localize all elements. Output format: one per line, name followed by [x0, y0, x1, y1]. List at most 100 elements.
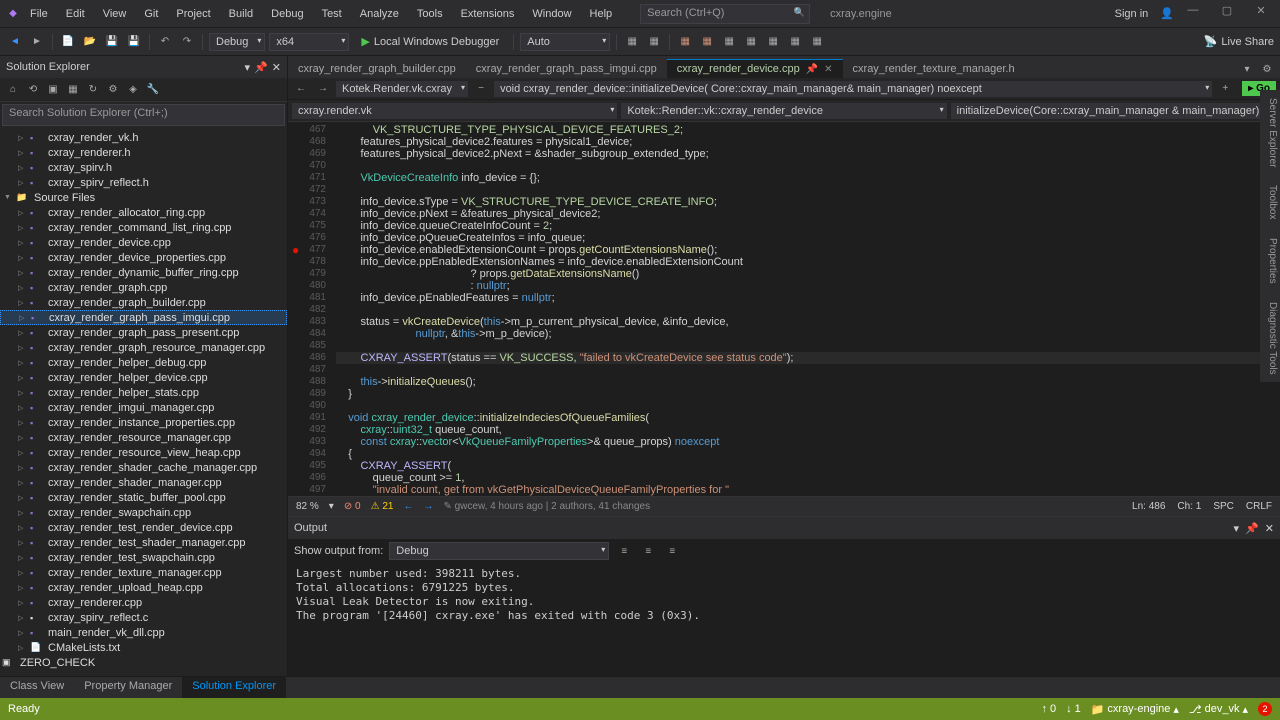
bottom-tab[interactable]: Property Manager [74, 677, 182, 698]
solution-search-input[interactable]: Search Solution Explorer (Ctrl+;) [2, 104, 285, 126]
config-dropdown[interactable]: Debug [209, 33, 265, 51]
menu-project[interactable]: Project [168, 4, 218, 24]
output-from-dropdown[interactable]: Debug [389, 542, 609, 560]
tree-item[interactable]: ▷▪cxray_render_dynamic_buffer_ring.cpp [0, 265, 287, 280]
rail-tab[interactable]: Server Explorer [1260, 90, 1280, 175]
panel-dropdown-icon[interactable]: ▾ [245, 61, 251, 74]
tree-item[interactable]: ▷▪cxray_render_graph_resource_manager.cp… [0, 340, 287, 355]
tb-icon-1[interactable]: ▦ [623, 33, 641, 51]
panel-pin-icon[interactable]: 📌 [254, 61, 268, 74]
prev-issue-icon[interactable]: ← [403, 501, 413, 512]
nav-plus-icon[interactable]: + [1216, 80, 1234, 98]
tb-icon-4[interactable]: ▦ [698, 33, 716, 51]
tree-item[interactable]: ▷▪cxray_render_texture_manager.cpp [0, 565, 287, 580]
output-clear-icon[interactable]: ≡ [615, 542, 633, 560]
menu-extensions[interactable]: Extensions [453, 4, 523, 24]
menu-edit[interactable]: Edit [58, 4, 93, 24]
tree-item[interactable]: ▷▪cxray_render_imgui_manager.cpp [0, 400, 287, 415]
line-gutter[interactable]: 4674684694704714724734744754764774784794… [288, 122, 336, 496]
error-count-icon[interactable]: ⊘ 0 [344, 501, 361, 512]
tree-item[interactable]: ▷▪cxray_spirv_reflect.h [0, 175, 287, 190]
output-dropdown-icon[interactable]: ▾ [1234, 522, 1240, 535]
tree-item[interactable]: ▷▪main_render_vk_dll.cpp [0, 625, 287, 640]
tree-item[interactable]: ▼▣ZERO_CHECK [0, 655, 287, 670]
nav-minus-icon[interactable]: − [472, 80, 490, 98]
tree-item[interactable]: ▷▪cxray_render_vk.h [0, 130, 287, 145]
zoom-level[interactable]: 82 % [296, 501, 319, 512]
tb-icon-3[interactable]: ▦ [676, 33, 694, 51]
output-pin-icon[interactable]: 📌 [1245, 522, 1259, 535]
menu-tools[interactable]: Tools [409, 4, 451, 24]
menu-file[interactable]: File [22, 4, 56, 24]
nav-namespace-combo[interactable]: cxray.render.vk [292, 103, 617, 119]
bottom-tab[interactable]: Solution Explorer [182, 677, 286, 698]
git-push-count[interactable]: ↑ 0 [1041, 703, 1056, 715]
panel-close-icon[interactable]: ✕ [272, 61, 281, 74]
tb-icon-9[interactable]: ▦ [808, 33, 826, 51]
tree-item[interactable]: ▷▪cxray_render_helper_debug.cpp [0, 355, 287, 370]
back-icon[interactable]: ◄ [6, 33, 24, 51]
nav-back-icon[interactable]: ← [292, 80, 310, 98]
properties-icon[interactable]: ⚙ [104, 81, 122, 99]
tree-item[interactable]: ▷▪cxray_render_resource_view_heap.cpp [0, 445, 287, 460]
nav-fwd-icon[interactable]: → [314, 80, 332, 98]
git-blame[interactable]: ✎ gwcew, 4 hours ago | 2 authors, 41 cha… [443, 501, 650, 512]
undo-icon[interactable]: ↶ [156, 33, 174, 51]
refresh-icon[interactable]: ↻ [84, 81, 102, 99]
rail-tab[interactable]: Properties [1260, 230, 1280, 292]
maximize-button[interactable]: ▢ [1212, 4, 1242, 24]
tree-item[interactable]: ▷▪cxray_render_graph.cpp [0, 280, 287, 295]
output-text[interactable]: Largest number used: 398211 bytes. Total… [288, 563, 1280, 676]
save-all-icon[interactable]: 💾 [125, 33, 143, 51]
code-editor[interactable]: VK_STRUCTURE_TYPE_PHYSICAL_DEVICE_FEATUR… [336, 122, 1280, 496]
menu-test[interactable]: Test [314, 4, 350, 24]
forward-icon[interactable]: ► [28, 33, 46, 51]
git-pull-count[interactable]: ↓ 1 [1066, 703, 1081, 715]
liveshare-button[interactable]: 📡 Live Share [1204, 35, 1274, 48]
editor-tab[interactable]: cxray_render_device.cpp📌✕ [667, 59, 843, 78]
tree-item[interactable]: ▷▪cxray_spirv.h [0, 160, 287, 175]
menu-analyze[interactable]: Analyze [352, 4, 407, 24]
menu-help[interactable]: Help [582, 4, 621, 24]
nav-scope-combo[interactable]: void cxray_render_device::initializeDevi… [494, 81, 1212, 97]
editor-tab[interactable]: cxray_render_graph_builder.cpp [288, 59, 466, 78]
notification-badge[interactable]: 2 [1258, 702, 1272, 716]
tree-item[interactable]: ▷▪cxray_render_test_shader_manager.cpp [0, 535, 287, 550]
tree-item[interactable]: ▷▪cxray_renderer.cpp [0, 595, 287, 610]
minimize-button[interactable]: — [1178, 4, 1208, 24]
tree-item[interactable]: ▷▪cxray_render_device_properties.cpp [0, 250, 287, 265]
tb-icon-7[interactable]: ▦ [764, 33, 782, 51]
git-repo[interactable]: 📁 cxray-engine ▴ [1091, 703, 1179, 716]
collapse-icon[interactable]: ▣ [44, 81, 62, 99]
tree-item[interactable]: ▷▪cxray_render_shader_manager.cpp [0, 475, 287, 490]
output-toggle-icon[interactable]: ≡ [663, 542, 681, 560]
tree-item[interactable]: ▷▪cxray_render_swapchain.cpp [0, 505, 287, 520]
editor-tab[interactable]: cxray_render_graph_pass_imgui.cpp [466, 59, 667, 78]
open-icon[interactable]: 📂 [81, 33, 99, 51]
save-icon[interactable]: 💾 [103, 33, 121, 51]
indent-mode[interactable]: SPC [1213, 501, 1234, 512]
wrench-icon[interactable]: 🔧 [144, 81, 162, 99]
tabs-settings-icon[interactable]: ⚙ [1258, 60, 1276, 78]
tree-item[interactable]: ▷▪cxray_render_static_buffer_pool.cpp [0, 490, 287, 505]
tree-item[interactable]: ▷▪cxray_render_graph_pass_present.cpp [0, 325, 287, 340]
menu-git[interactable]: Git [136, 4, 166, 24]
sync-icon[interactable]: ⟲ [24, 81, 42, 99]
tree-item[interactable]: ▷▪cxray_render_helper_stats.cpp [0, 385, 287, 400]
zoom-dropdown-icon[interactable]: ▾ [329, 501, 334, 512]
tree-item[interactable]: ▷▪cxray_render_upload_heap.cpp [0, 580, 287, 595]
quick-search-input[interactable]: Search (Ctrl+Q) [640, 4, 810, 24]
platform-dropdown[interactable]: x64 [269, 33, 349, 51]
editor-tab[interactable]: cxray_render_texture_manager.h [843, 59, 1025, 78]
tree-item[interactable]: ▷📄CMakeLists.txt [0, 640, 287, 655]
output-wrap-icon[interactable]: ≡ [639, 542, 657, 560]
tree-item[interactable]: ▷▪cxray_render_resource_manager.cpp [0, 430, 287, 445]
rail-tab[interactable]: Toolbox [1260, 177, 1280, 227]
tree-item[interactable]: ▷▪cxray_render_graph_pass_imgui.cpp [0, 310, 287, 325]
user-icon[interactable]: 👤 [1160, 7, 1174, 20]
tree-item[interactable]: ▷▪cxray_render_graph_builder.cpp [0, 295, 287, 310]
tree-item[interactable]: ▷▪cxray_render_test_swapchain.cpp [0, 550, 287, 565]
start-debugging-button[interactable]: ▶ Local Windows Debugger [353, 33, 507, 50]
menu-debug[interactable]: Debug [263, 4, 311, 24]
tree-item[interactable]: ▷▪cxray_spirv_reflect.c [0, 610, 287, 625]
